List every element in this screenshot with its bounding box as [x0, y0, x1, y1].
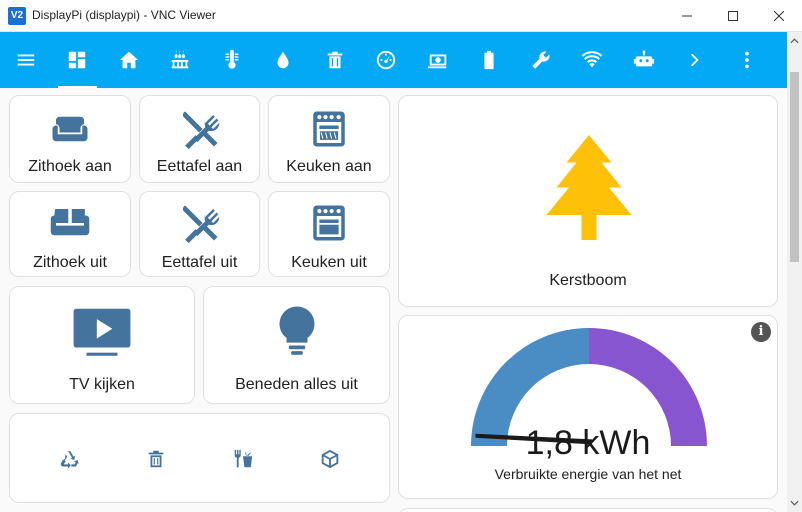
food-waste-button[interactable]: [232, 448, 254, 470]
gauge-label: Verbruikte energie van het net: [494, 466, 682, 482]
tv-play-icon: [73, 308, 131, 356]
wrench-icon: [532, 51, 550, 69]
toolbar-thermometer[interactable]: [206, 32, 258, 88]
zithoek-aan-button[interactable]: Zithoek aan: [9, 95, 131, 183]
scroll-down-icon[interactable]: [790, 498, 799, 508]
menu-icon: [17, 54, 34, 66]
eettafel-uit-label: Eettafel uit: [161, 254, 238, 271]
beneden-alles-uit-label: Beneden alles uit: [235, 376, 358, 393]
toolbar-robot[interactable]: [618, 32, 670, 88]
toolbar-battery[interactable]: [464, 32, 516, 88]
close-icon: [774, 11, 784, 21]
battery-icon: [484, 50, 494, 70]
trash-icon: [148, 450, 164, 468]
toolbar-home[interactable]: [103, 32, 155, 88]
lightbulb-icon: [279, 306, 314, 355]
kerstboom-label: Kerstboom: [549, 272, 627, 289]
window-titlebar: V2 DisplayPi (displaypi) - VNC Viewer: [0, 0, 802, 32]
scrollbar-thumb[interactable]: [790, 72, 799, 262]
toolbar-water[interactable]: [258, 32, 310, 88]
minimize-button[interactable]: [664, 0, 710, 32]
energy-gauge-card: i 1,8 kWh Verbruikte energie van het net: [398, 315, 778, 499]
eettafel-aan-label: Eettafel aan: [156, 158, 243, 175]
silverware-off-icon: [182, 205, 219, 244]
keuken-uit-button[interactable]: Keuken uit: [268, 191, 390, 277]
gauge-icon: [377, 50, 396, 70]
robot-icon: [633, 50, 654, 67]
thermometer-icon: [225, 49, 239, 69]
silverware-icon: [182, 111, 219, 150]
water-drop-icon: [277, 51, 289, 69]
radiator-icon: [172, 50, 189, 69]
toolbar-menu[interactable]: [0, 32, 52, 88]
package-icon: [321, 449, 339, 469]
trash-button[interactable]: [145, 448, 167, 470]
keuken-uit-label: Keuken uit: [291, 254, 367, 271]
pine-tree-icon: [546, 135, 632, 240]
dashboard-content: Zithoek aan Eettafel aan Keuken aan Zith…: [0, 88, 787, 512]
recycle-button[interactable]: [58, 448, 80, 470]
eettafel-aan-button[interactable]: Eettafel aan: [139, 95, 260, 183]
app-toolbar: [0, 32, 787, 88]
home-icon: [119, 51, 138, 69]
stove-icon: [313, 111, 345, 147]
toolbar-trash[interactable]: [309, 32, 361, 88]
gauge-value: 1,8 kWh: [525, 424, 651, 462]
close-button[interactable]: [756, 0, 802, 32]
wifi-icon: [581, 51, 603, 68]
toolbar-wifi[interactable]: [567, 32, 619, 88]
toolbar-more[interactable]: [721, 32, 773, 88]
trash-can-icon: [327, 51, 343, 69]
toolbar-scroll-right[interactable]: [670, 32, 722, 88]
vnc-app-icon: V2: [8, 7, 26, 25]
sofa-icon: [52, 116, 88, 142]
toolbar-radiator[interactable]: [155, 32, 207, 88]
vertical-scrollbar[interactable]: [787, 32, 802, 512]
zithoek-aan-label: Zithoek aan: [28, 158, 112, 175]
eettafel-uit-button[interactable]: Eettafel uit: [139, 191, 260, 277]
minimize-icon: [682, 15, 692, 17]
food-waste-icon: [234, 449, 253, 468]
chevron-right-icon: [691, 53, 699, 67]
sofa-double-icon: [50, 209, 90, 236]
kerstboom-button[interactable]: Kerstboom: [398, 95, 778, 307]
window-title: DisplayPi (displaypi) - VNC Viewer: [32, 8, 216, 22]
maximize-button[interactable]: [710, 0, 756, 32]
toolbar-dashboard[interactable]: [52, 32, 104, 88]
keuken-aan-label: Keuken aan: [286, 158, 372, 175]
toolbar-cash[interactable]: [412, 32, 464, 88]
recycle-icon: [60, 451, 79, 469]
tv-kijken-label: TV kijken: [69, 376, 135, 393]
next-card-partial: [398, 508, 778, 512]
maximize-icon: [728, 11, 738, 21]
keuken-aan-button[interactable]: Keuken aan: [268, 95, 390, 183]
beneden-alles-uit-button[interactable]: Beneden alles uit: [203, 286, 390, 404]
toolbar-tools[interactable]: [515, 32, 567, 88]
dashboard-icon: [69, 51, 86, 69]
stove-off-icon: [313, 205, 345, 241]
tv-kijken-button[interactable]: TV kijken: [9, 286, 195, 404]
toolbar-gauge[interactable]: [361, 32, 413, 88]
package-button[interactable]: [319, 448, 341, 470]
waste-collection-card: [9, 413, 390, 503]
cash-icon: [427, 54, 446, 69]
scroll-up-icon[interactable]: [790, 36, 799, 46]
zithoek-uit-button[interactable]: Zithoek uit: [9, 191, 131, 277]
zithoek-uit-label: Zithoek uit: [33, 254, 107, 271]
more-vertical-icon: [744, 51, 749, 69]
